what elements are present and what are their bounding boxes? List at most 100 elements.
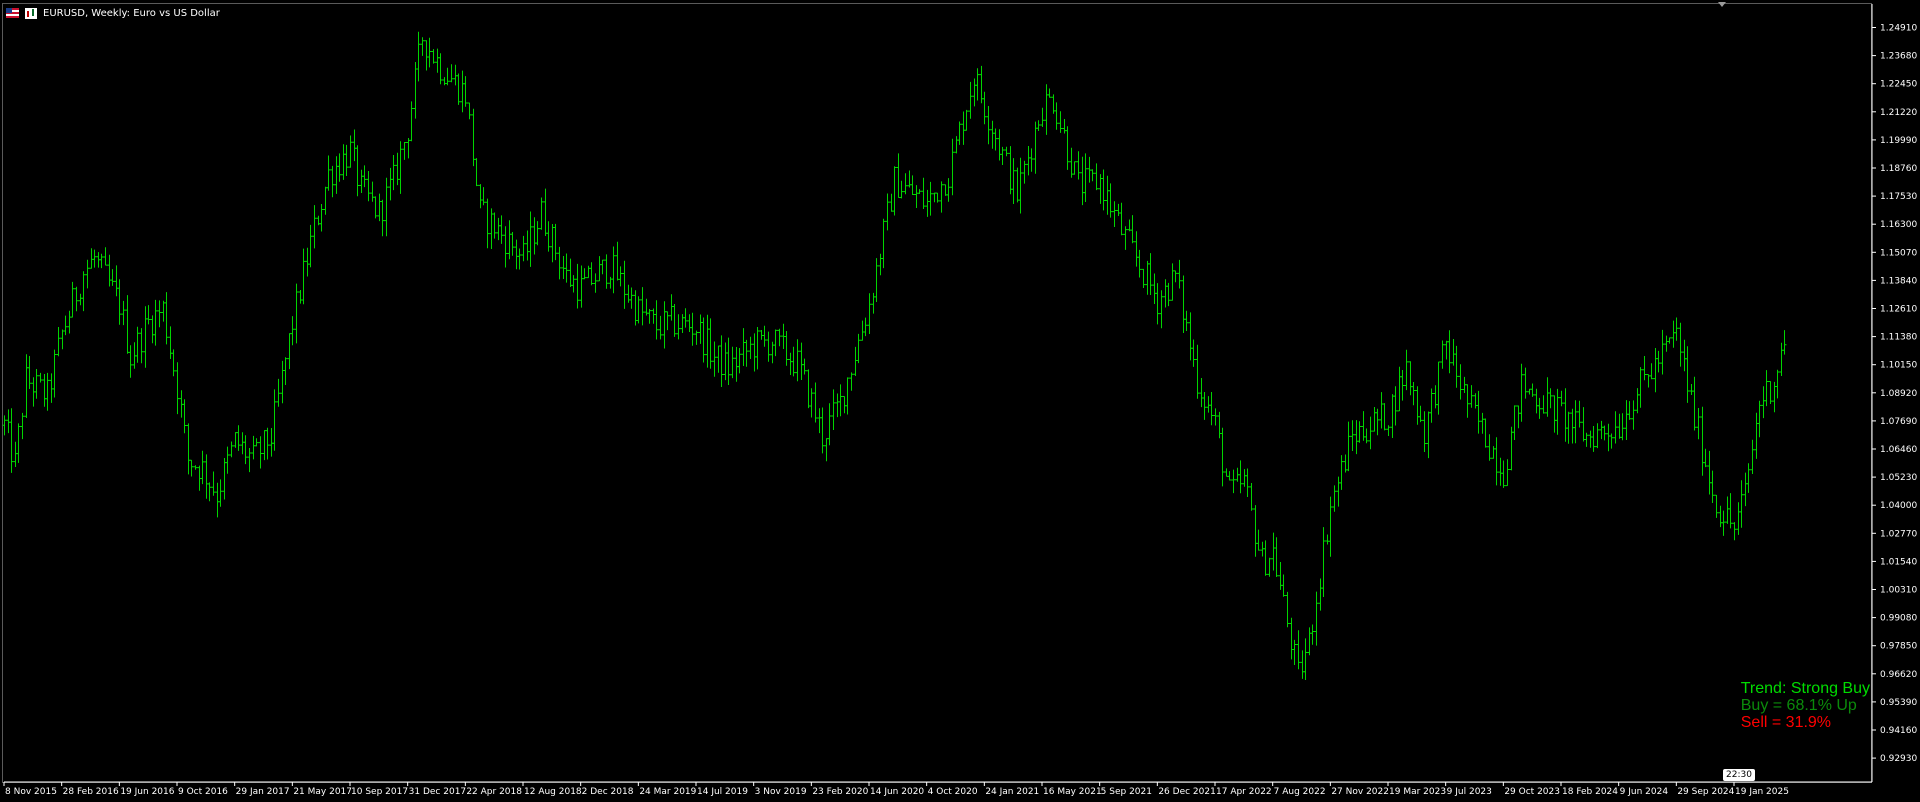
ohlc-bar [1483, 418, 1488, 448]
ohlc-bar [766, 331, 771, 362]
time-tick-label: 14 Jun 2020 [870, 787, 924, 797]
ohlc-bar [6, 409, 11, 434]
ohlc-bar [618, 266, 623, 287]
ohlc-bar [398, 141, 403, 194]
ohlc-bar [1739, 480, 1744, 528]
time-tick-label: 18 Feb 2024 [1562, 787, 1618, 797]
ohlc-bar [1487, 434, 1492, 461]
ohlc-bar [867, 293, 872, 334]
price-tick-label: 1.18760 [1880, 164, 1917, 174]
ohlc-bar [1498, 457, 1503, 486]
price-chart[interactable]: 1.24910 1.23680 1.22450 1.21220 1.19990 1.187… [0, 0, 1920, 802]
ohlc-bar [1202, 392, 1207, 420]
ohlc-bar [878, 253, 883, 276]
ohlc-bar [1523, 367, 1528, 399]
ohlc-bar [1440, 340, 1445, 369]
price-tick-label: 0.99080 [1880, 614, 1917, 624]
ohlc-bar [741, 328, 746, 366]
ohlc-bar [698, 314, 703, 344]
ohlc-bar [1253, 505, 1258, 557]
time-tick-label: 17 Apr 2022 [1216, 787, 1272, 797]
ohlc-bar [319, 204, 324, 232]
ohlc-bar [892, 166, 897, 216]
ohlc-bar [92, 249, 97, 268]
time-tick-label: 22 Apr 2018 [466, 787, 522, 797]
price-tick-label: 1.13840 [1880, 276, 1917, 286]
price-tick-label: 1.21220 [1880, 108, 1917, 118]
ohlc-bar [431, 49, 436, 64]
ohlc-bar [1386, 425, 1391, 436]
ohlc-bar [1300, 650, 1305, 679]
ohlc-bar [150, 315, 155, 344]
ohlc-bar [395, 152, 400, 186]
ohlc-bar [287, 333, 292, 370]
ohlc-bar [1404, 349, 1409, 391]
ohlc-bar [1080, 156, 1085, 206]
ohlc-bar [795, 339, 800, 382]
ohlc-bar [1768, 381, 1773, 404]
ohlc-bar [265, 427, 270, 460]
ohlc-bar [391, 155, 396, 191]
ohlc-bar [1177, 259, 1182, 289]
ohlc-bar [1444, 340, 1449, 360]
ohlc-bar [1664, 335, 1669, 352]
ohlc-bar [845, 377, 850, 415]
ohlc-bar [1238, 460, 1243, 494]
ohlc-bar [1224, 468, 1229, 477]
ohlc-bar [20, 412, 25, 440]
ohlc-bar [1400, 370, 1405, 401]
ohlc-bar [1757, 400, 1762, 438]
ohlc-bar [453, 64, 458, 86]
ohlc-bar [1563, 388, 1568, 442]
ohlc-bar [1635, 388, 1640, 414]
ohlc-bar [535, 221, 540, 246]
ohlc-bar [1116, 203, 1121, 216]
ohlc-bar [687, 314, 692, 332]
ohlc-bar [204, 454, 209, 499]
ohlc-bar [344, 144, 349, 176]
ohlc-bar [384, 177, 389, 237]
ohlc-bar [157, 300, 162, 328]
ohlc-bar [1779, 342, 1784, 376]
ohlc-bar [1761, 386, 1766, 419]
ohlc-bar [615, 241, 620, 281]
ohlc-bar [1775, 369, 1780, 399]
price-tick-label: 1.02770 [1880, 529, 1917, 539]
ohlc-bar [856, 333, 861, 364]
ohlc-bar [1022, 160, 1027, 184]
ohlc-bar [1285, 591, 1290, 628]
ohlc-bar [1397, 366, 1402, 412]
ohlc-bar [74, 286, 79, 312]
ohlc-bar [1274, 537, 1279, 577]
price-tick-label: 1.19990 [1880, 136, 1917, 146]
ohlc-bar [240, 432, 245, 455]
ohlc-bar [1217, 411, 1222, 439]
time-tick-label: 28 Feb 2016 [63, 787, 119, 797]
ohlc-bar [225, 446, 230, 474]
ohlc-bar [1728, 493, 1733, 529]
ohlc-bar [600, 259, 605, 275]
ohlc-bar [1321, 527, 1326, 597]
ohlc-bar [1736, 502, 1741, 535]
ohlc-bar [1754, 412, 1759, 459]
ohlc-bar [52, 349, 57, 398]
ohlc-bar [1509, 426, 1514, 471]
price-tick-label: 0.96620 [1880, 670, 1917, 680]
ohlc-bar [521, 235, 526, 262]
ohlc-bar [863, 317, 868, 337]
ohlc-bar [337, 153, 342, 182]
price-tick-label: 1.16300 [1880, 220, 1917, 230]
ohlc-bar [13, 441, 18, 467]
ohlc-bar [871, 292, 876, 314]
ohlc-bar [817, 408, 822, 434]
ohlc-bar [1624, 400, 1629, 440]
ohlc-bar [964, 109, 969, 131]
time-tick-label: 9 Jul 2023 [1447, 787, 1492, 797]
ohlc-bar [312, 205, 317, 249]
ohlc-bar [1649, 363, 1654, 380]
ohlc-bar [683, 308, 688, 328]
ohlc-bar [1181, 275, 1186, 333]
ohlc-bar [1332, 485, 1337, 512]
ohlc-bar [1072, 161, 1077, 175]
ohlc-bar [438, 53, 443, 85]
